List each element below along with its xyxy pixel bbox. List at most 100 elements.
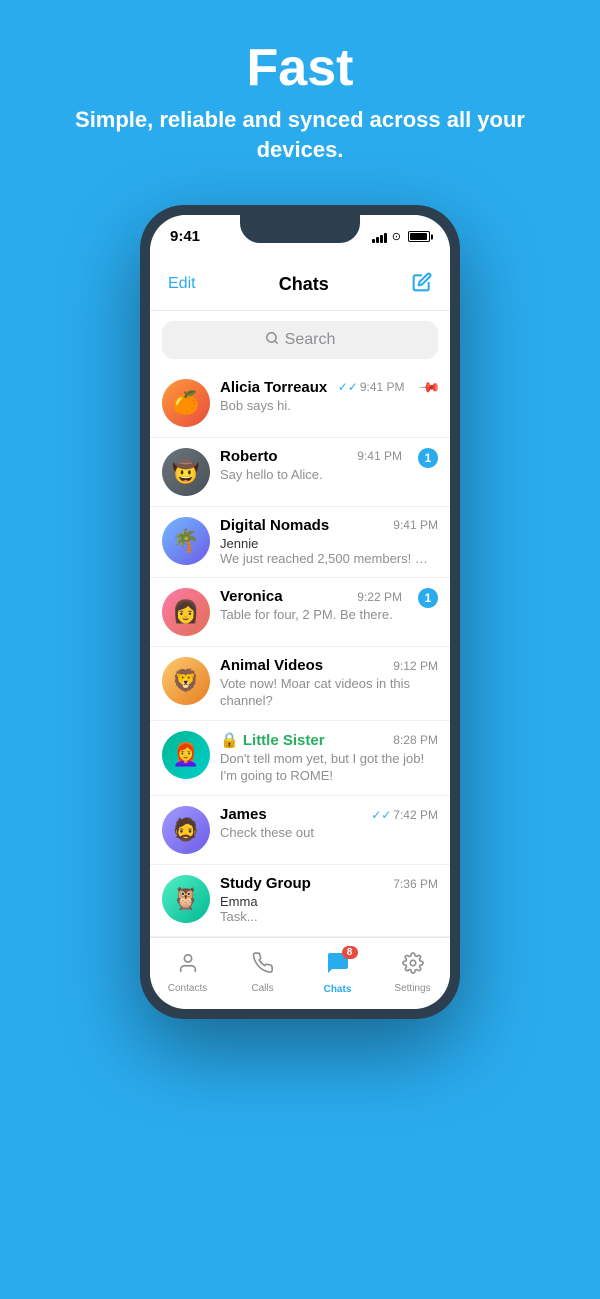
time-james: 7:42 PM: [393, 808, 438, 822]
avatar-digital: 🌴: [162, 517, 210, 565]
unread-badge-roberto: 1: [418, 448, 438, 468]
notch: [240, 215, 360, 243]
chat-content-study: Study Group 7:36 PM Emma Task...: [220, 875, 438, 926]
chats-unread-badge: 8: [342, 946, 358, 959]
signal-bars: [372, 231, 387, 243]
status-bar: 9:41 ⊙: [150, 215, 450, 259]
avatar-veronica: 👩: [162, 588, 210, 636]
chat-header-veronica: Veronica 9:22 PM: [220, 588, 402, 605]
chat-name-animal: Animal Videos: [220, 657, 323, 674]
tab-item-chats[interactable]: 8 Chats: [300, 951, 375, 995]
search-placeholder: Search: [285, 331, 336, 349]
chat-header-sister: 🔒 Little Sister 8:28 PM: [220, 731, 438, 749]
status-icons: ⊙: [372, 230, 430, 243]
chat-time-study: 7:36 PM: [393, 877, 438, 891]
read-check-alicia: ✓✓: [338, 380, 358, 394]
compose-button[interactable]: [412, 272, 432, 297]
avatar-sister: 👩‍🦰: [162, 731, 210, 779]
chats-badge-wrapper: 8: [326, 951, 350, 981]
hero-title: Fast: [30, 40, 570, 97]
chat-item-james[interactable]: 🧔 James ✓✓ 7:42 PM Check these out: [150, 796, 450, 865]
lock-icon-sister: 🔒: [220, 732, 243, 749]
tab-bar: Contacts Calls 8: [150, 937, 450, 1009]
chat-item-animal[interactable]: 🦁 Animal Videos 9:12 PM Vote now! Moar c…: [150, 647, 450, 721]
chat-header-animal: Animal Videos 9:12 PM: [220, 657, 438, 674]
edit-button[interactable]: Edit: [168, 275, 196, 293]
chat-content-digital: Digital Nomads 9:41 PM Jennie We just re…: [220, 517, 438, 568]
chat-content-veronica: Veronica 9:22 PM Table for four, 2 PM. B…: [220, 588, 402, 624]
chat-item-alicia[interactable]: 🍊 Alicia Torreaux ✓✓ 9:41 PM Bob says hi…: [150, 369, 450, 438]
hero-subtitle: Simple, reliable and synced across all y…: [30, 105, 570, 164]
chat-header-roberto: Roberto 9:41 PM: [220, 448, 402, 465]
chat-content-alicia: Alicia Torreaux ✓✓ 9:41 PM Bob says hi.: [220, 379, 405, 415]
tab-item-calls[interactable]: Calls: [225, 952, 300, 994]
status-time: 9:41: [170, 228, 200, 245]
chat-item-veronica[interactable]: 👩 Veronica 9:22 PM Table for four, 2 PM.…: [150, 578, 450, 647]
tab-label-chats: Chats: [324, 984, 352, 995]
chat-preview-alicia: Bob says hi.: [220, 398, 405, 415]
avatar-roberto: 🤠: [162, 448, 210, 496]
chat-preview-study: Task...: [220, 909, 438, 926]
chats-icon: [326, 955, 350, 980]
chat-preview-animal: Vote now! Moar cat videos in this channe…: [220, 676, 438, 710]
chat-header-digital: Digital Nomads 9:41 PM: [220, 517, 438, 534]
hero-section: Fast Simple, reliable and synced across …: [0, 0, 600, 195]
search-bar[interactable]: Search: [162, 321, 438, 359]
chat-time-roberto: 9:41 PM: [357, 449, 402, 463]
unread-badge-veronica: 1: [418, 588, 438, 608]
phone-mockup: 9:41 ⊙ Edit Chats: [140, 205, 460, 1019]
chat-item-study[interactable]: 🦉 Study Group 7:36 PM Emma Task...: [150, 865, 450, 937]
signal-bar-4: [384, 233, 387, 243]
chat-name-roberto: Roberto: [220, 448, 278, 465]
chat-name-james: James: [220, 806, 267, 823]
tab-label-contacts: Contacts: [168, 983, 207, 994]
avatar-animal: 🦁: [162, 657, 210, 705]
chat-name-alicia: Alicia Torreaux: [220, 379, 327, 396]
chat-name-veronica: Veronica: [220, 588, 283, 605]
chat-header-study: Study Group 7:36 PM: [220, 875, 438, 892]
chat-list: 🍊 Alicia Torreaux ✓✓ 9:41 PM Bob says hi…: [150, 369, 450, 937]
chat-meta-roberto: 1: [418, 448, 438, 468]
chat-preview-roberto: Say hello to Alice.: [220, 467, 402, 484]
chat-content-roberto: Roberto 9:41 PM Say hello to Alice.: [220, 448, 402, 484]
chat-time-james: ✓✓ 7:42 PM: [371, 808, 438, 822]
wifi-icon: ⊙: [392, 230, 401, 243]
chat-content-sister: 🔒 Little Sister 8:28 PM Don't tell mom y…: [220, 731, 438, 785]
chat-meta-veronica: 1: [418, 588, 438, 608]
chat-header-alicia: Alicia Torreaux ✓✓ 9:41 PM: [220, 379, 405, 396]
calls-icon: [252, 952, 274, 980]
chat-item-roberto[interactable]: 🤠 Roberto 9:41 PM Say hello to Alice. 1: [150, 438, 450, 507]
tab-label-calls: Calls: [251, 983, 273, 994]
read-check-james: ✓✓: [371, 808, 391, 822]
signal-bar-3: [380, 235, 383, 243]
battery-fill: [410, 233, 427, 240]
battery-icon: [408, 231, 430, 242]
chat-time-sister: 8:28 PM: [393, 733, 438, 747]
signal-bar-1: [372, 239, 375, 243]
avatar-study: 🦉: [162, 875, 210, 923]
chat-content-animal: Animal Videos 9:12 PM Vote now! Moar cat…: [220, 657, 438, 710]
chat-name-sister: 🔒 Little Sister: [220, 731, 325, 749]
tab-item-settings[interactable]: Settings: [375, 952, 450, 994]
chat-time-animal: 9:12 PM: [393, 659, 438, 673]
chat-item-sister[interactable]: 👩‍🦰 🔒 Little Sister 8:28 PM Don't tell m…: [150, 721, 450, 796]
time-alicia: 9:41 PM: [360, 380, 405, 394]
search-icon: [265, 331, 279, 348]
chat-name-study: Study Group: [220, 875, 311, 892]
chat-preview-sister: Don't tell mom yet, but I got the job! I…: [220, 751, 438, 785]
signal-bar-2: [376, 237, 379, 243]
chat-item-digital[interactable]: 🌴 Digital Nomads 9:41 PM Jennie We just …: [150, 507, 450, 579]
nav-title: Chats: [279, 274, 329, 295]
chat-preview-veronica: Table for four, 2 PM. Be there.: [220, 607, 402, 624]
pin-icon-alicia: 📌: [417, 375, 441, 399]
chat-content-james: James ✓✓ 7:42 PM Check these out: [220, 806, 438, 842]
chat-preview-digital: We just reached 2,500 members! WOO!: [220, 551, 438, 568]
tab-label-settings: Settings: [394, 983, 430, 994]
avatar-alicia: 🍊: [162, 379, 210, 427]
chat-sender-study: Emma: [220, 894, 438, 909]
settings-icon: [402, 952, 424, 980]
tab-item-contacts[interactable]: Contacts: [150, 952, 225, 994]
nav-bar: Edit Chats: [150, 259, 450, 311]
avatar-james: 🧔: [162, 806, 210, 854]
chat-name-digital: Digital Nomads: [220, 517, 329, 534]
